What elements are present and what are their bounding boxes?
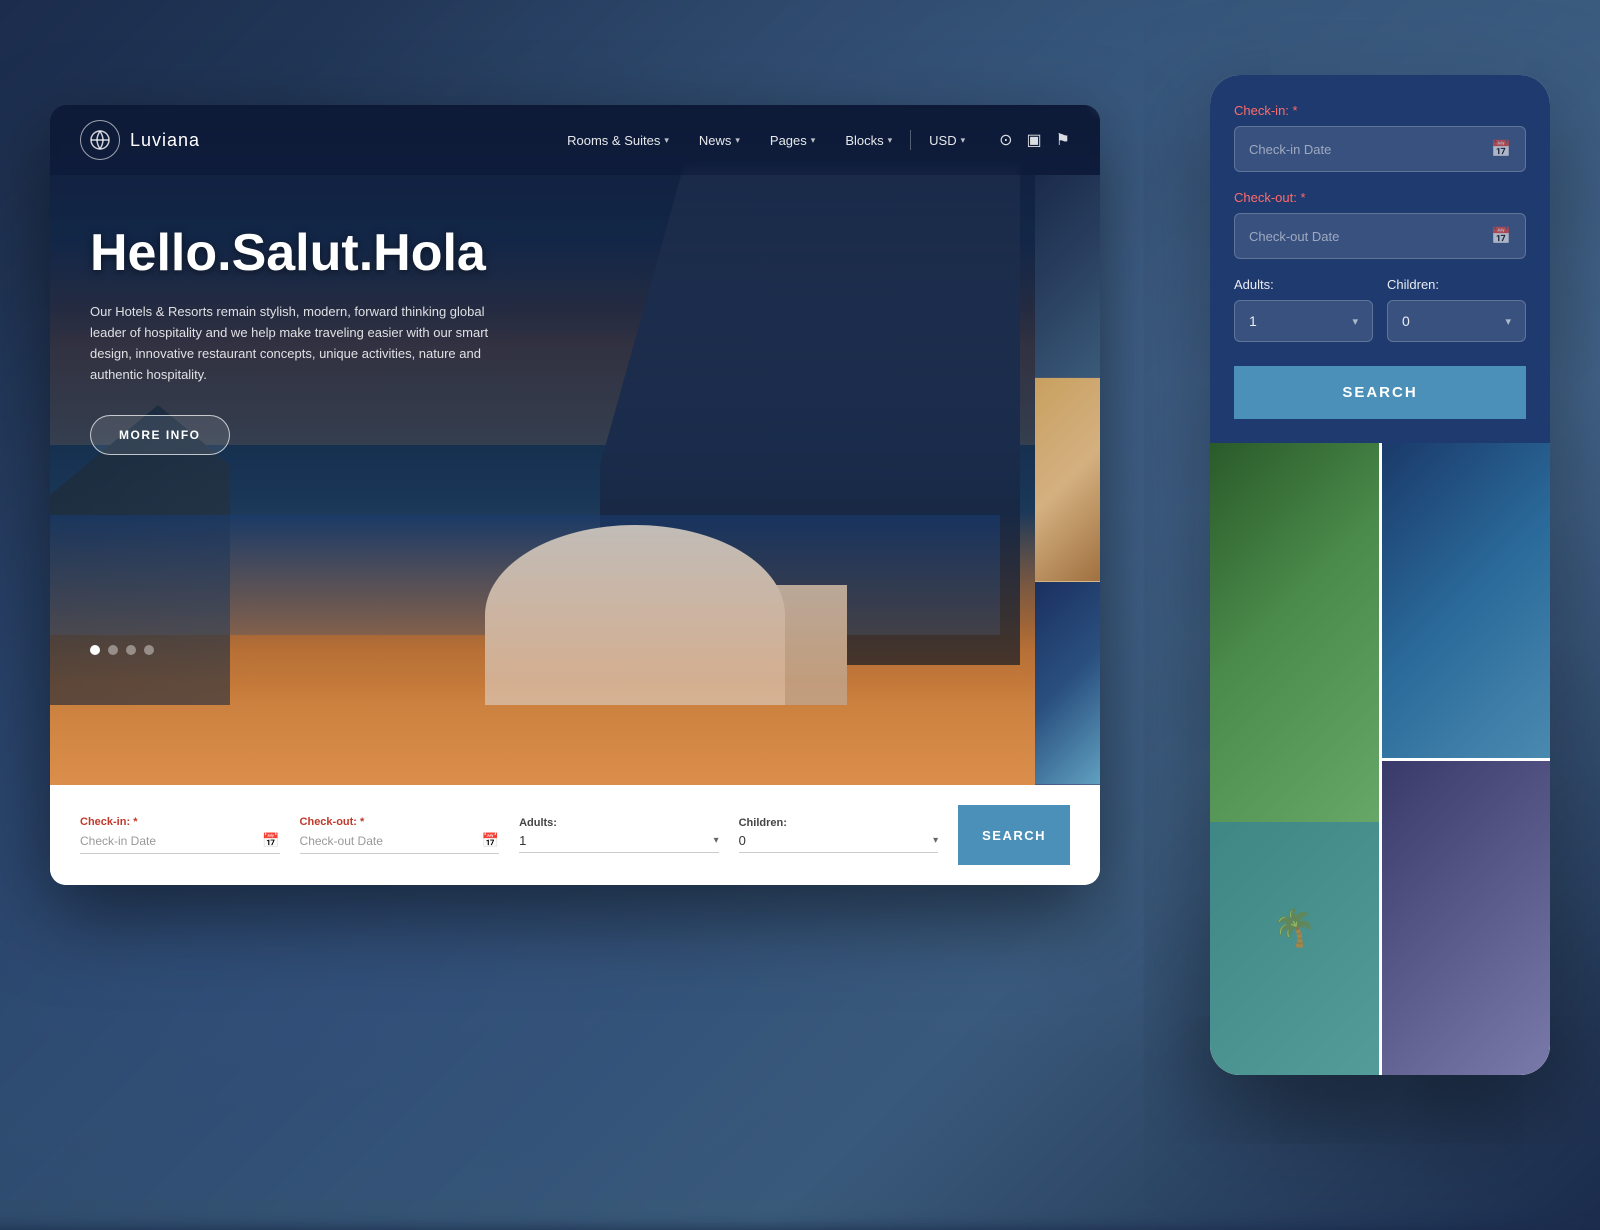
gallery-cell-palms: 🌴 [1210, 443, 1379, 1075]
adults-label: Adults: [519, 817, 719, 829]
mobile-checkin-required: * [1293, 103, 1298, 118]
gallery-grid: 🌴 [1210, 443, 1550, 1075]
navbar: Luviana Rooms & Suites ▾ News ▾ Pages ▾ [50, 105, 1100, 175]
mobile-checkin-input[interactable]: Check-in Date 📅 [1234, 126, 1526, 172]
adults-field: Adults: 1 ▾ [519, 817, 719, 853]
nav-divider [910, 130, 911, 150]
logo-text: Luviana [130, 130, 200, 151]
checkin-input-wrap: Check-in Date 📅 [80, 832, 280, 854]
checkout-input-wrap: Check-out Date 📅 [300, 832, 500, 854]
mobile-adults-field: Adults: 1 ▾ [1234, 277, 1373, 342]
instagram-icon[interactable]: ⊙ [999, 130, 1012, 150]
nav-blocks[interactable]: Blocks ▾ [833, 127, 904, 154]
logo-icon [80, 120, 120, 160]
calendar-icon-2: 📅 [482, 832, 499, 849]
booking-bar: Check-in: * Check-in Date 📅 Check-out: *… [50, 785, 1100, 885]
mobile-calendar-icon: 📅 [1491, 139, 1511, 159]
mobile-gallery: 🌴 [1210, 443, 1550, 1075]
chevron-down-icon: ▾ [811, 135, 816, 146]
mobile-children-chevron-icon: ▾ [1505, 315, 1511, 328]
search-button[interactable]: SEARCH [958, 805, 1070, 865]
scene-container: Luviana Rooms & Suites ▾ News ▾ Pages ▾ [50, 75, 1550, 1125]
checkout-required: * [360, 816, 364, 828]
calendar-icon: 📅 [262, 832, 279, 849]
mobile-children-field: Children: 0 ▾ [1387, 277, 1526, 342]
mobile-checkout-label: Check-out: * [1234, 190, 1526, 205]
checkin-placeholder: Check-in Date [80, 834, 262, 848]
adults-chevron-icon: ▾ [714, 835, 719, 846]
more-info-button[interactable]: MORE INFO [90, 415, 230, 455]
mobile-adults-select[interactable]: 1 ▾ [1234, 300, 1373, 342]
mobile-checkout-input[interactable]: Check-out Date 📅 [1234, 213, 1526, 259]
checkin-label: Check-in: * [80, 816, 280, 828]
children-label: Children: [739, 817, 939, 829]
nav-pages[interactable]: Pages ▾ [758, 127, 827, 154]
checkout-field: Check-out: * Check-out Date 📅 [300, 816, 500, 854]
mobile-children-value: 0 [1402, 313, 1410, 329]
checkout-label: Check-out: * [300, 816, 500, 828]
children-select-wrap[interactable]: 0 ▾ [739, 833, 939, 853]
mobile-booking-panel: Check-in: * Check-in Date 📅 Check-out: *… [1210, 75, 1550, 443]
mobile-checkout-field: Check-out: * Check-out Date 📅 [1234, 190, 1526, 259]
children-field: Children: 0 ▾ [739, 817, 939, 853]
hero-title: Hello.Salut.Hola [90, 225, 490, 282]
mobile-search-button[interactable]: SEARCH [1234, 366, 1526, 419]
mobile-adults-value: 1 [1249, 313, 1257, 329]
thumbnail-1[interactable] [1035, 175, 1100, 378]
chevron-down-icon: ▾ [735, 135, 740, 146]
thumbnail-2[interactable] [1035, 378, 1100, 581]
bookmark-icon[interactable]: ⚑ [1056, 130, 1070, 150]
mobile-adults-label: Adults: [1234, 277, 1373, 292]
nav-rooms-suites[interactable]: Rooms & Suites ▾ [555, 127, 681, 154]
checkin-field: Check-in: * Check-in Date 📅 [80, 816, 280, 854]
checkout-placeholder: Check-out Date [300, 834, 482, 848]
gallery-cell-resort [1382, 761, 1551, 1076]
hero-content: Hello.Salut.Hola Our Hotels & Resorts re… [90, 225, 490, 455]
adults-select-wrap[interactable]: 1 ▾ [519, 833, 719, 853]
children-chevron-icon: ▾ [933, 835, 938, 846]
camera-icon[interactable]: ▣ [1027, 130, 1042, 150]
mobile-checkin-label: Check-in: * [1234, 103, 1526, 118]
mobile-children-select[interactable]: 0 ▾ [1387, 300, 1526, 342]
gallery-cell-pool [1382, 443, 1551, 758]
desktop-mockup: Luviana Rooms & Suites ▾ News ▾ Pages ▾ [50, 105, 1100, 885]
hero-subtitle: Our Hotels & Resorts remain stylish, mod… [90, 302, 490, 385]
slide-indicators [90, 645, 154, 655]
nav-currency[interactable]: USD ▾ [917, 127, 977, 154]
hero-section: Luviana Rooms & Suites ▾ News ▾ Pages ▾ [50, 105, 1100, 785]
children-value: 0 [739, 833, 934, 848]
mobile-adults-chevron-icon: ▾ [1352, 315, 1358, 328]
slide-indicator-2[interactable] [108, 645, 118, 655]
mobile-children-label: Children: [1387, 277, 1526, 292]
mobile-checkout-placeholder: Check-out Date [1249, 229, 1339, 244]
chevron-down-icon: ▾ [888, 135, 893, 146]
slide-indicator-4[interactable] [144, 645, 154, 655]
adults-value: 1 [519, 833, 714, 848]
chevron-down-icon: ▾ [664, 135, 669, 146]
mobile-mockup: Check-in: * Check-in Date 📅 Check-out: *… [1210, 75, 1550, 1075]
mobile-checkout-required: * [1301, 190, 1306, 205]
thumbnail-3[interactable] [1035, 582, 1100, 785]
mobile-guests-row: Adults: 1 ▾ Children: 0 ▾ [1234, 277, 1526, 342]
nav-news[interactable]: News ▾ [687, 127, 752, 154]
slide-indicator-1[interactable] [90, 645, 100, 655]
palm-tree-icon: 🌴 [1272, 907, 1317, 949]
logo-area: Luviana [80, 120, 200, 160]
thumbnail-sidebar [1035, 175, 1100, 785]
nav-social-icons: ⊙ ▣ ⚑ [999, 130, 1070, 150]
slide-indicator-3[interactable] [126, 645, 136, 655]
checkin-required: * [133, 816, 137, 828]
nav-links: Rooms & Suites ▾ News ▾ Pages ▾ Blocks ▾ [555, 127, 1070, 154]
mobile-calendar-icon-2: 📅 [1491, 226, 1511, 246]
chevron-down-icon: ▾ [961, 135, 966, 146]
mobile-checkin-placeholder: Check-in Date [1249, 142, 1331, 157]
mobile-checkin-field: Check-in: * Check-in Date 📅 [1234, 103, 1526, 172]
